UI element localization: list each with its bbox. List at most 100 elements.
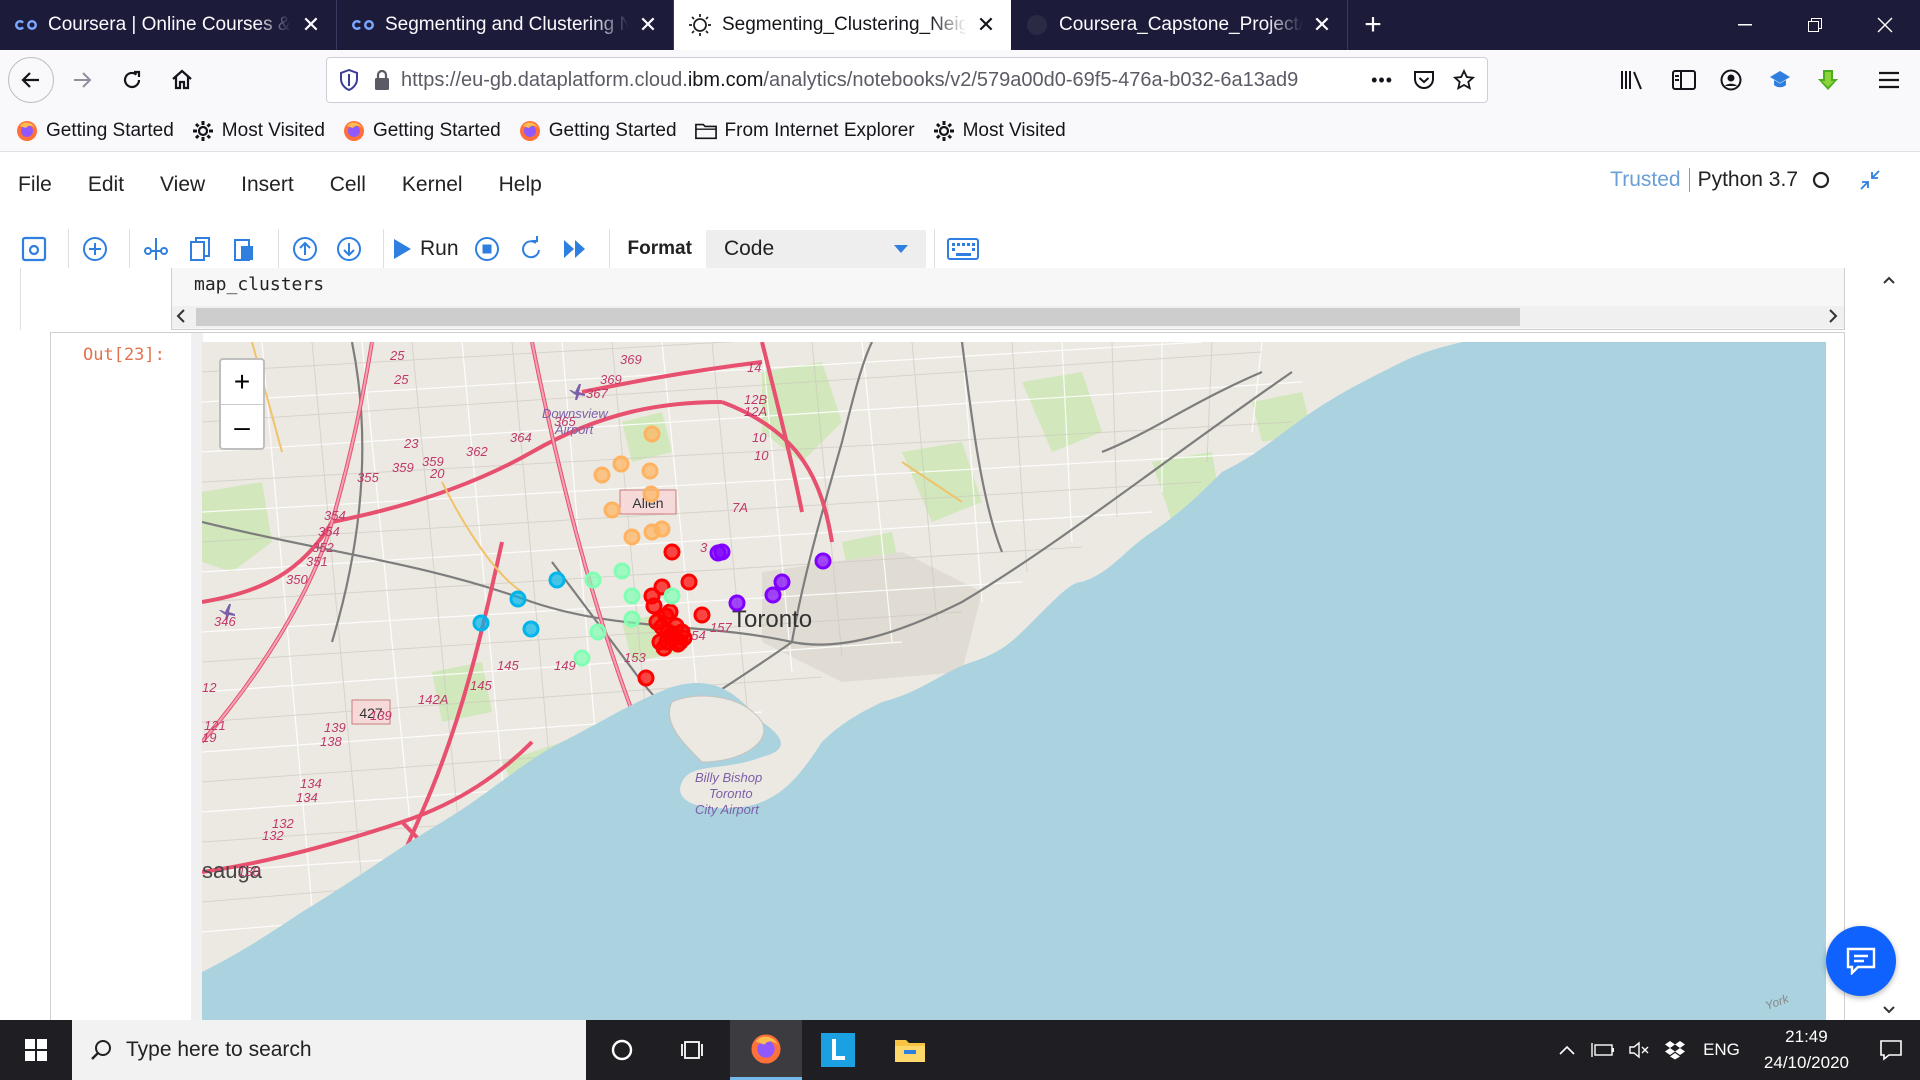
- cluster-marker-green[interactable]: [623, 610, 641, 628]
- cluster-marker-green[interactable]: [573, 649, 591, 667]
- cluster-marker-purple[interactable]: [773, 573, 791, 591]
- menu-kernel[interactable]: Kernel: [402, 173, 463, 197]
- chat-support-button[interactable]: [1826, 926, 1896, 996]
- start-button[interactable]: [0, 1020, 72, 1080]
- zoom-out-button[interactable]: –: [221, 404, 263, 448]
- kernel-name[interactable]: Python 3.7: [1698, 168, 1798, 192]
- cluster-marker-orange[interactable]: [641, 462, 659, 480]
- cluster-marker-green[interactable]: [623, 587, 641, 605]
- move-down-icon[interactable]: [331, 231, 367, 267]
- bookmark-star-icon[interactable]: [1453, 69, 1475, 91]
- l-app-taskbar[interactable]: [802, 1020, 874, 1080]
- cluster-marker-purple[interactable]: [713, 543, 731, 561]
- back-button[interactable]: [8, 57, 54, 103]
- collapse-header-icon[interactable]: [1858, 168, 1882, 192]
- shield-icon[interactable]: [339, 69, 359, 91]
- menu-insert[interactable]: Insert: [241, 173, 294, 197]
- extension-hat-icon[interactable]: [1768, 57, 1792, 103]
- bookmark-item[interactable]: Most Visited: [933, 120, 1066, 142]
- cluster-marker-orange[interactable]: [593, 466, 611, 484]
- map-canvas[interactable]: Allen 427 Toronto sauga Downsview Airpor…: [202, 342, 1826, 1020]
- add-cell-icon[interactable]: [77, 231, 113, 267]
- bookmark-item[interactable]: Getting Started: [519, 120, 677, 142]
- cluster-marker-orange[interactable]: [643, 523, 661, 541]
- cluster-marker-purple[interactable]: [764, 586, 782, 604]
- bookmark-folder[interactable]: From Internet Explorer: [694, 120, 915, 142]
- menu-file[interactable]: File: [18, 173, 52, 197]
- cluster-marker-green[interactable]: [663, 587, 681, 605]
- cluster-marker-green[interactable]: [613, 562, 631, 580]
- menu-edit[interactable]: Edit: [88, 173, 124, 197]
- cell-type-select[interactable]: Code: [705, 230, 926, 268]
- minimize-button[interactable]: [1710, 0, 1780, 50]
- close-icon[interactable]: ✕: [1311, 12, 1333, 37]
- cluster-marker-red[interactable]: [663, 543, 681, 561]
- scrollbar-thumb[interactable]: [196, 308, 1520, 326]
- cluster-marker-red[interactable]: [693, 606, 711, 624]
- menu-cell[interactable]: Cell: [330, 173, 366, 197]
- restart-icon[interactable]: [513, 231, 549, 267]
- save-icon[interactable]: [16, 231, 52, 267]
- cluster-marker-orange[interactable]: [623, 528, 641, 546]
- cluster-marker-orange[interactable]: [643, 425, 661, 443]
- battery-icon[interactable]: [1588, 1020, 1618, 1080]
- firefox-taskbar-app[interactable]: [730, 1020, 802, 1080]
- paste-icon[interactable]: [226, 231, 262, 267]
- restore-button[interactable]: [1780, 0, 1850, 50]
- url-bar[interactable]: https://eu-gb.dataplatform.cloud.ibm.com…: [326, 57, 1488, 103]
- account-icon[interactable]: [1720, 57, 1742, 103]
- zoom-in-button[interactable]: +: [221, 360, 263, 404]
- volume-muted-icon[interactable]: [1624, 1020, 1654, 1080]
- reload-button[interactable]: [110, 58, 154, 102]
- bookmark-item[interactable]: Most Visited: [192, 120, 325, 142]
- browser-tab[interactable]: Coursera | Online Courses & Credentials …: [0, 0, 337, 50]
- cluster-marker-cyan[interactable]: [548, 571, 566, 589]
- language-indicator[interactable]: ENG: [1703, 1040, 1740, 1060]
- cluster-marker-red[interactable]: [637, 669, 655, 687]
- scroll-left-icon[interactable]: [176, 309, 186, 323]
- cluster-marker-orange[interactable]: [642, 485, 660, 503]
- close-icon[interactable]: ✕: [300, 12, 322, 37]
- cluster-marker-red[interactable]: [645, 597, 663, 615]
- clock[interactable]: 21:49 24/10/2020: [1764, 1024, 1849, 1076]
- code-cell[interactable]: map_clusters: [20, 268, 1845, 330]
- page-scrollbar[interactable]: [1878, 268, 1900, 1020]
- scroll-down-icon[interactable]: [1883, 1006, 1895, 1014]
- browser-tab-active[interactable]: Segmenting_Clustering_Neighborhoods ✕: [674, 0, 1011, 50]
- cluster-marker-red[interactable]: [675, 629, 693, 647]
- cluster-marker-red[interactable]: [680, 573, 698, 591]
- close-icon[interactable]: ✕: [975, 12, 997, 37]
- bookmark-item[interactable]: Getting Started: [16, 120, 174, 142]
- browser-tab[interactable]: Segmenting and Clustering Neighborhoods …: [337, 0, 674, 50]
- stop-icon[interactable]: [469, 231, 505, 267]
- cluster-marker-cyan[interactable]: [509, 590, 527, 608]
- notification-icon[interactable]: [1866, 1020, 1916, 1080]
- cluster-marker-purple[interactable]: [728, 594, 746, 612]
- home-button[interactable]: [160, 58, 204, 102]
- fast-forward-icon[interactable]: [557, 231, 593, 267]
- copy-icon[interactable]: [182, 231, 218, 267]
- cluster-marker-purple[interactable]: [814, 552, 832, 570]
- bookmark-item[interactable]: Getting Started: [343, 120, 501, 142]
- close-window-button[interactable]: [1850, 0, 1920, 50]
- cluster-marker-green[interactable]: [584, 571, 602, 589]
- forward-button[interactable]: [60, 58, 104, 102]
- chevron-up-icon[interactable]: [1552, 1020, 1582, 1080]
- cluster-marker-green[interactable]: [589, 623, 607, 641]
- cortana-button[interactable]: [586, 1020, 658, 1080]
- scroll-up-icon[interactable]: [1883, 276, 1895, 284]
- cluster-marker-cyan[interactable]: [472, 614, 490, 632]
- menu-help[interactable]: Help: [499, 173, 542, 197]
- run-button[interactable]: Run: [392, 237, 459, 261]
- cluster-marker-orange[interactable]: [612, 455, 630, 473]
- trusted-indicator[interactable]: Trusted: [1610, 168, 1690, 192]
- extension-download-icon[interactable]: [1816, 57, 1840, 103]
- sidebar-icon[interactable]: [1672, 57, 1696, 103]
- new-tab-button[interactable]: +: [1348, 0, 1398, 50]
- dropbox-icon[interactable]: [1660, 1020, 1690, 1080]
- cut-icon[interactable]: [138, 231, 174, 267]
- task-view-button[interactable]: [658, 1020, 730, 1080]
- library-icon[interactable]: [1620, 57, 1646, 103]
- url-text[interactable]: https://eu-gb.dataplatform.cloud.ibm.com…: [401, 69, 1361, 92]
- menu-view[interactable]: View: [160, 173, 205, 197]
